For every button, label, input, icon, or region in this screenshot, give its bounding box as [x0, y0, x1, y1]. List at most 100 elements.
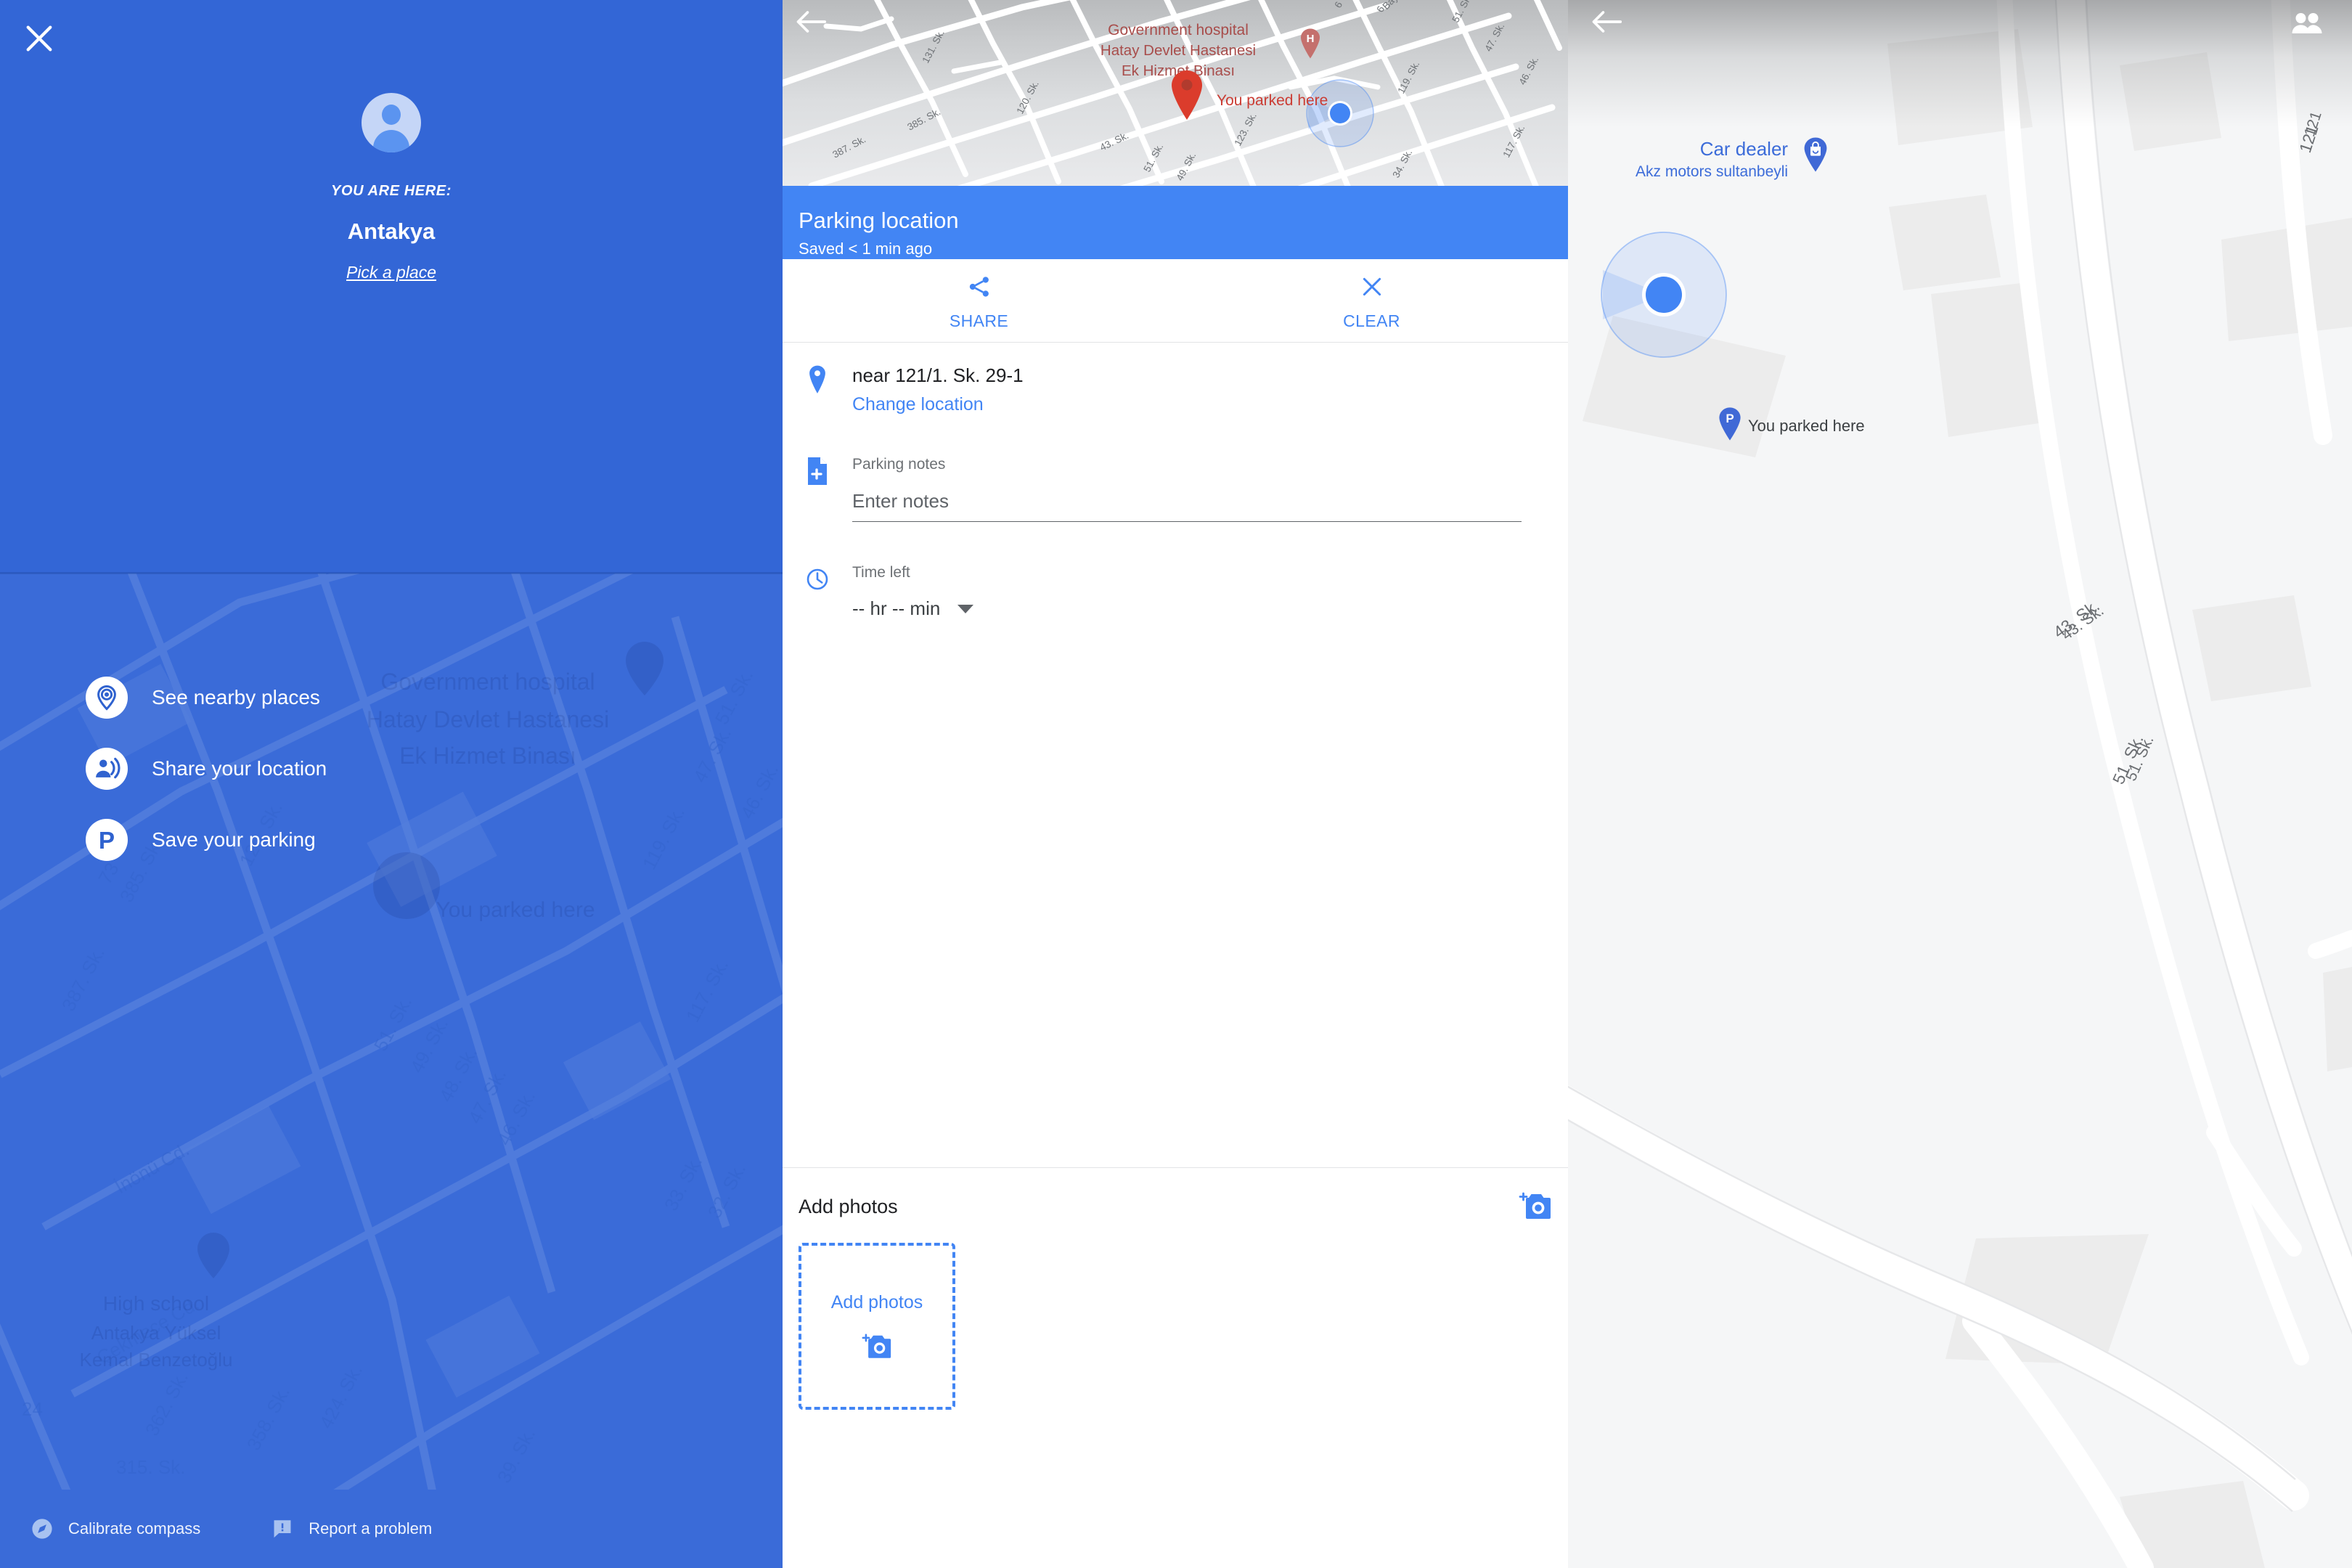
clear-button[interactable]: CLEAR [1175, 259, 1568, 342]
hospital-name-en: Government hospital [1108, 22, 1249, 38]
left-panel-divider [0, 572, 783, 574]
car-dealer-poi-label[interactable]: Car dealer Akz motors sultanbeyli [1636, 138, 1788, 181]
parked-location-pin[interactable] [1167, 69, 1206, 121]
shop-pin-icon[interactable] [1802, 136, 1829, 173]
clock-icon [783, 564, 852, 620]
you-are-here-label: YOU ARE HERE: [331, 183, 452, 199]
menu-item-label: See nearby places [152, 686, 320, 709]
svg-text:119. Sk.: 119. Sk. [638, 803, 689, 873]
svg-text:117. Sk.: 117. Sk. [682, 955, 732, 1026]
parked-pin-letter: P [1726, 412, 1734, 425]
back-button[interactable] [1591, 10, 1645, 55]
parked-here-label: You parked here [1748, 417, 1865, 435]
right-panel-map-view[interactable]: 121 43. Sk. 51. Sk. 121 43. Sk. 51. Sk. … [1568, 0, 2352, 1568]
close-button[interactable] [10, 9, 68, 68]
map-pin-icon [783, 364, 852, 415]
report-a-problem-button[interactable]: Report a problem [271, 1517, 432, 1540]
hospital-pin-letter: H [1307, 33, 1315, 45]
current-location-dot [1305, 78, 1375, 148]
svg-text:46. Sk.: 46. Sk. [1516, 54, 1540, 86]
page-title: Parking location [799, 208, 959, 233]
note-add-icon [783, 456, 852, 522]
hospital-name-tr: Hatay Devlet Hastanesi [1100, 42, 1257, 60]
current-city-name: Antakya [347, 219, 436, 244]
svg-text:43. Sk.: 43. Sk. [1098, 130, 1130, 153]
hospital-pin-icon[interactable]: H [1298, 28, 1323, 60]
add-photos-section: Add photos Add photos [783, 1167, 1568, 1410]
time-left-label: Time left [852, 564, 910, 581]
report-icon [271, 1517, 294, 1540]
top-scrim-overlay [1568, 0, 2352, 127]
parked-location-pin[interactable]: P [1717, 407, 1743, 441]
svg-text:385. Sk.: 385. Sk. [905, 106, 942, 132]
share-button-label: SHARE [949, 311, 1009, 330]
dropzone-add-photo-icon [862, 1334, 892, 1361]
svg-text:119. Sk.: 119. Sk. [1395, 60, 1421, 96]
people-button[interactable] [2291, 12, 2335, 52]
chevron-down-icon [957, 604, 974, 613]
left-panel-top-section [0, 0, 783, 573]
current-location-dot [1598, 229, 1729, 360]
saved-timestamp: Saved < 1 min ago [799, 240, 933, 258]
notes-row[interactable]: Parking notes [783, 415, 1568, 522]
svg-text:47. Sk.: 47. Sk. [689, 724, 735, 786]
svg-text:358. Sk.: 358. Sk. [242, 1382, 294, 1453]
poi-subtitle: Akz motors sultanbeyli [1636, 163, 1789, 180]
left-panel-location-sharing: 73 362. Sk. 358. Sk. 39. Sk. 385. Sk. 38… [0, 0, 783, 1568]
parking-notes-input[interactable] [852, 490, 1522, 522]
svg-text:123. Sk.: 123. Sk. [1232, 111, 1258, 148]
parking-map-preview[interactable]: 131. Sk. 120. Sk. 385. Sk. 387. Sk. 43. … [783, 0, 1568, 186]
time-left-select[interactable]: -- hr -- min [852, 597, 1522, 620]
parking-header: Parking location Saved < 1 min ago [783, 186, 1568, 259]
people-icon [2292, 13, 2322, 33]
parking-details: near 121/1. Sk. 29-1 Change location Par… [783, 343, 1568, 620]
add-photo-icon [1519, 1192, 1551, 1219]
svg-text:6: 6 [1332, 0, 1344, 9]
menu-item-label: Save your parking [152, 828, 316, 851]
svg-text:387. Sk.: 387. Sk. [830, 134, 867, 160]
user-identity-block: YOU ARE HERE: Antakya Pick a place [0, 93, 783, 282]
svg-text:39. Sk.: 39. Sk. [493, 1424, 539, 1487]
svg-text:315. Sk.: 315. Sk. [116, 1456, 185, 1478]
compass-icon [30, 1517, 54, 1540]
avatar [362, 93, 421, 152]
back-arrow-icon [1592, 11, 1622, 33]
parked-here-label: You parked here [1217, 92, 1328, 109]
change-location-link[interactable]: Change location [852, 394, 1522, 415]
poi-name: Car dealer [1699, 138, 1789, 160]
svg-text:24: 24 [22, 1398, 43, 1420]
left-panel-footer: Calibrate compass Report a problem [0, 1490, 783, 1568]
left-panel-bottom-section: 73 362. Sk. 358. Sk. 39. Sk. 385. Sk. 38… [0, 573, 783, 1568]
add-photo-button[interactable] [1519, 1192, 1552, 1221]
parking-address: near 121/1. Sk. 29-1 [852, 364, 1024, 386]
calibrate-compass-button[interactable]: Calibrate compass [30, 1517, 200, 1540]
parking-notes-label: Parking notes [852, 456, 946, 473]
clear-x-icon [1363, 277, 1381, 296]
share-button[interactable]: SHARE [783, 259, 1175, 342]
avatar-body [373, 130, 409, 152]
avatar-head [382, 105, 401, 125]
share-person-icon [86, 748, 128, 790]
footer-link-label: Calibrate compass [68, 1519, 201, 1538]
menu-item-save-your-parking[interactable]: P Save your parking [86, 819, 316, 861]
svg-text:34. Sk.: 34. Sk. [1390, 147, 1414, 179]
svg-text:362. Sk.: 362. Sk. [141, 1368, 192, 1439]
menu-item-see-nearby-places[interactable]: See nearby places [86, 677, 320, 719]
add-photos-header: Add photos [799, 1192, 1552, 1221]
address-row[interactable]: near 121/1. Sk. 29-1 Change location [783, 343, 1568, 415]
photo-dropzone[interactable]: Add photos [799, 1243, 955, 1410]
pick-a-place-link[interactable]: Pick a place [346, 263, 436, 282]
back-arrow-icon [796, 11, 826, 33]
back-button[interactable] [796, 10, 849, 55]
svg-text:İnönü Cd.: İnönü Cd. [111, 1138, 193, 1198]
svg-text:51. Sk.: 51. Sk. [369, 992, 416, 1055]
close-icon [26, 25, 52, 52]
parking-action-bar: SHARE CLEAR [783, 259, 1568, 343]
time-left-value: -- hr -- min [852, 597, 941, 619]
menu-item-share-your-location[interactable]: Share your location [86, 748, 327, 790]
parking-map-full[interactable]: 121 43. Sk. 51. Sk. 121 43. Sk. 51. Sk. … [1568, 0, 2352, 1568]
time-left-row[interactable]: Time left -- hr -- min [783, 522, 1568, 620]
svg-text:424. Sk.: 424. Sk. [315, 1360, 367, 1432]
place-pin-icon [86, 677, 128, 719]
svg-text:387. Sk.: 387. Sk. [57, 943, 109, 1014]
